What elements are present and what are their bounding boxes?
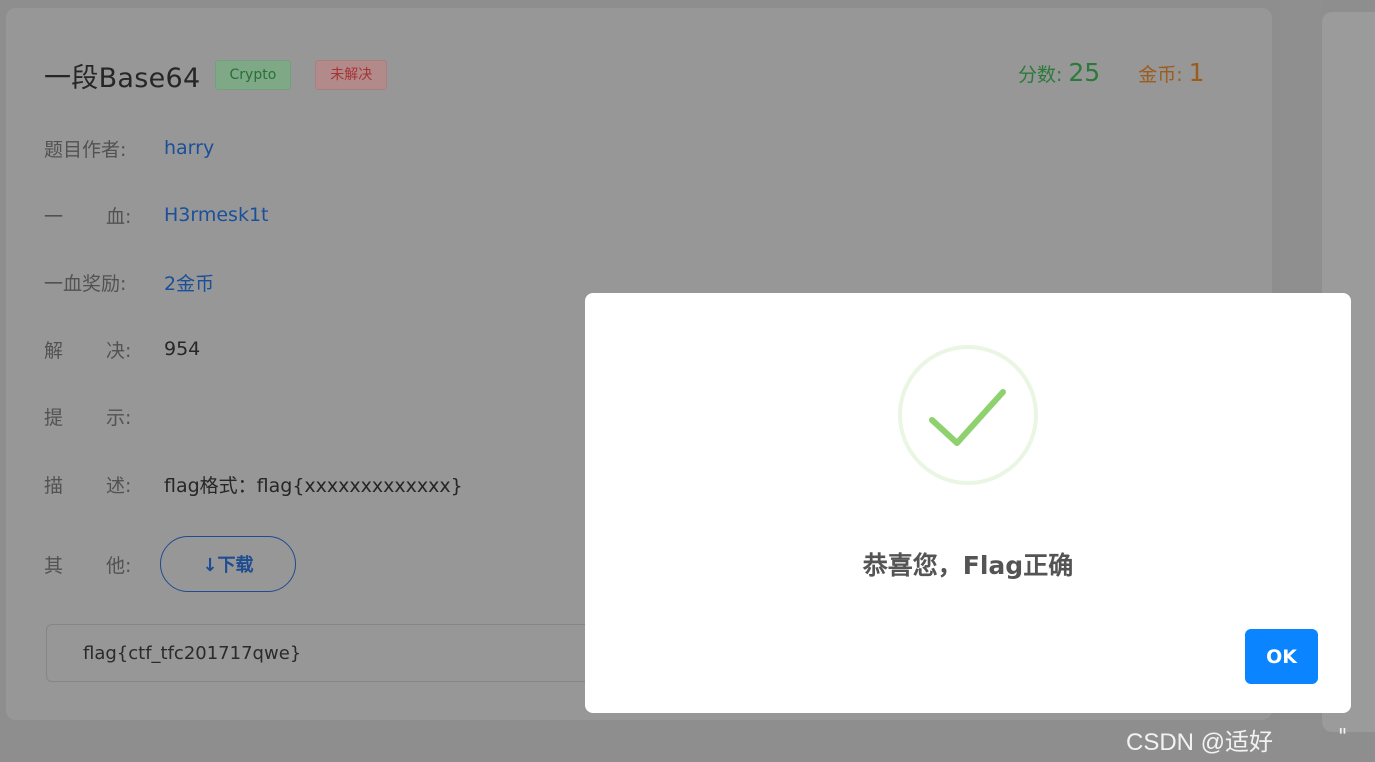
other-label-a: 其: [44, 554, 64, 577]
watermark: CSDN @适好: [1126, 729, 1274, 756]
dialog-message: 恭喜您，Flag正确: [862, 551, 1074, 580]
score-label: 分数:: [1018, 64, 1063, 86]
description-value: flag格式：flag{xxxxxxxxxxxxx}: [164, 474, 463, 497]
score-value: 25: [1068, 58, 1101, 87]
author-row: 题目作者: harry: [44, 133, 214, 163]
blood-reward-row: 一血奖励: 2金币: [44, 267, 214, 297]
hint-label-b: 示:: [106, 406, 132, 429]
coin-value: 1: [1188, 58, 1205, 87]
description-row: 描 述: flag格式：flag{xxxxxxxxxxxxx}: [44, 469, 463, 499]
status-tag: 未解决: [315, 60, 388, 90]
solves-label-a: 解: [44, 339, 64, 362]
category-tag: Crypto: [214, 60, 292, 90]
first-blood-row: 一 血: H3rmesk1t: [44, 200, 269, 230]
ok-button[interactable]: OK: [1245, 629, 1318, 684]
author-link[interactable]: harry: [164, 137, 214, 159]
download-button[interactable]: ↓下载: [160, 536, 296, 592]
other-row: 其 他: ↓下载: [44, 536, 296, 592]
first-blood-label-b: 血:: [106, 205, 132, 228]
other-label-b: 他:: [106, 554, 132, 577]
desc-label-a: 描: [44, 474, 64, 497]
desc-label-b: 述:: [106, 474, 132, 497]
blood-reward-label: 一血奖励:: [44, 272, 127, 295]
coin-label: 金币:: [1138, 64, 1183, 86]
challenge-title: 一段Base64: [44, 62, 201, 94]
solves-row: 解 决: 954: [44, 334, 200, 364]
first-blood-label-a: 一: [44, 205, 64, 228]
challenge-header: 一段Base64 Crypto 未解决: [44, 55, 388, 95]
watermark-quote: ": [1338, 724, 1348, 748]
hint-row: 提 示:: [44, 401, 164, 431]
flag-input[interactable]: [46, 624, 606, 682]
score-row: 分数: 25 金币: 1: [1018, 58, 1205, 87]
success-dialog: 恭喜您，Flag正确 OK: [585, 293, 1351, 713]
author-label: 题目作者:: [44, 138, 127, 161]
first-blood-link[interactable]: H3rmesk1t: [164, 204, 269, 226]
solves-value: 954: [164, 338, 201, 360]
hint-label-a: 提: [44, 406, 64, 429]
blood-reward-value: 2金币: [164, 272, 215, 295]
solves-label-b: 决:: [106, 339, 132, 362]
success-check-icon: [898, 345, 1038, 485]
